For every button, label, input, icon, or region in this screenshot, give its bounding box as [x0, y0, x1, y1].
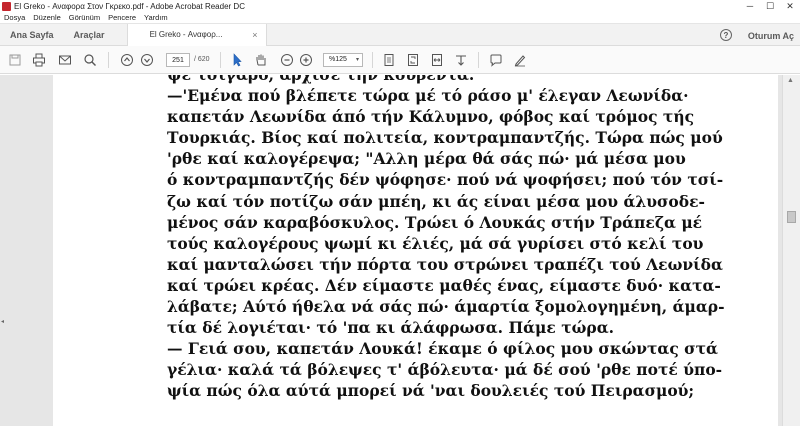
tab-tools[interactable]: Araçlar: [64, 30, 115, 40]
full-screen-icon[interactable]: [406, 53, 420, 67]
scroll-thumb[interactable]: [787, 211, 796, 223]
comment-icon[interactable]: [489, 53, 503, 67]
text-line: τούς καλογέρους ψωμί κι έλιές, μά σά γυρ…: [167, 233, 704, 253]
help-icon[interactable]: ?: [720, 29, 732, 41]
title-bar: El Greko - Αναφορα Στον Γκρεκο.pdf - Ado…: [0, 0, 800, 12]
text-line: — Γειά σου, καπετάν Λουκά! έκαμε ό φίλος…: [167, 339, 718, 359]
text-line: ψε τσιγάρο, άρχισε την κουβέντα.: [167, 75, 767, 85]
toolbar-divider: [372, 52, 373, 68]
pdf-page: ψε τσιγάρο, άρχισε την κουβέντα. —'Εμένα…: [53, 75, 778, 426]
chevron-down-icon: ▾: [355, 57, 359, 63]
menu-window[interactable]: Pencere: [108, 13, 136, 22]
tab-row: Ana Sayfa Araçlar El Greko - Αναφορ... ×…: [0, 23, 800, 46]
toolbar: / 620 %125 ▾: [0, 46, 800, 74]
save-icon[interactable]: [8, 53, 22, 67]
fit-width-icon[interactable]: [430, 53, 444, 67]
sign-in-button[interactable]: Oturum Aç: [748, 31, 794, 41]
text-line: καπετάν Λεωνίδα άπό τήν Κάλυμνο, φόβος κ…: [167, 107, 695, 127]
text-line: ψία πώς όλα αύτά μπορεί νά 'ναι δουλειές…: [167, 381, 695, 401]
hand-icon[interactable]: [254, 53, 268, 67]
text-line: καί μανταλώσει τήν πόρτα του στρώνει τρα…: [167, 254, 723, 274]
page-down-icon[interactable]: [140, 53, 154, 67]
email-icon[interactable]: [58, 53, 72, 67]
zoom-value: %125: [329, 56, 347, 63]
menu-help[interactable]: Yardım: [144, 13, 168, 22]
tab-home[interactable]: Ana Sayfa: [0, 30, 64, 40]
window-title: El Greko - Αναφορα Στον Γκρεκο.pdf - Ado…: [14, 1, 245, 11]
fit-page-icon[interactable]: [382, 53, 396, 67]
text-line: —'Εμένα πού βλέπετε τώρα μέ τό ράσο μ' έ…: [167, 86, 689, 106]
left-panel-toggle-icon[interactable]: ◂: [1, 318, 4, 325]
text-line: τία δέ λογιέται· τό 'πα κι άλάφρωσα. Πάμ…: [167, 318, 615, 338]
scroll-up-icon[interactable]: ▲: [787, 77, 794, 84]
text-line: ό κοντραμπαντζής δέν ψόφησε· πού νά ψοφή…: [167, 170, 724, 190]
minimize-button[interactable]: ─: [740, 0, 760, 12]
document-tab-label: El Greko - Αναφορ...: [149, 30, 223, 39]
search-icon[interactable]: [83, 53, 97, 67]
text-line: ζω καί τόν ποτίζω σάν μπέη, κι άς είναι …: [167, 191, 705, 211]
page-text: ψε τσιγάρο, άρχισε την κουβέντα. —'Εμένα…: [167, 75, 767, 402]
toolbar-divider: [478, 52, 479, 68]
toolbar-divider: [220, 52, 221, 68]
vertical-scrollbar[interactable]: ▲: [782, 75, 800, 426]
menu-bar: Dosya Düzenle Görünüm Pencere Yardım: [0, 12, 800, 24]
menu-view[interactable]: Görünüm: [69, 13, 100, 22]
print-icon[interactable]: [32, 53, 46, 67]
close-tab-icon[interactable]: ×: [252, 30, 257, 40]
text-line: γέλια· καλά τά βόλεψες τ' άβόλευτα· μά δ…: [167, 360, 723, 380]
menu-file[interactable]: Dosya: [4, 13, 25, 22]
tab-document[interactable]: El Greko - Αναφορ... ×: [126, 23, 267, 46]
zoom-out-icon[interactable]: [280, 53, 294, 67]
page-total: / 620: [194, 56, 210, 63]
text-line: Τουρκιάς. Βίος καί πολιτεία, κοντραμπαντ…: [167, 128, 723, 148]
window-controls: ─ ☐ ✕: [740, 0, 800, 12]
rotate-icon[interactable]: [454, 53, 468, 67]
text-line: 'ρθε καί καλογέρεψα; "Αλλη μέρα θά σάς π…: [167, 149, 686, 169]
sign-icon[interactable]: [513, 53, 527, 67]
page-number-input[interactable]: [166, 53, 190, 67]
zoom-in-icon[interactable]: [299, 53, 313, 67]
text-line: λάβατε; Αύτό ήθελα νά σάς πώ· άμαρτία ξο…: [167, 297, 725, 317]
toolbar-divider: [108, 52, 109, 68]
zoom-select[interactable]: %125 ▾: [323, 53, 363, 67]
menu-edit[interactable]: Düzenle: [33, 13, 61, 22]
document-viewport[interactable]: ◂ ▸ ψε τσιγάρο, άρχισε την κουβέντα. —'Ε…: [0, 75, 800, 426]
text-line: καί τρώει κρέας. Δέν είμαστε μαθές ένας,…: [167, 275, 721, 295]
maximize-button[interactable]: ☐: [760, 0, 780, 12]
text-line: μένος σάν καραβόσκυλος. Τρώει ό Λουκάς σ…: [167, 212, 703, 232]
page-up-icon[interactable]: [120, 53, 134, 67]
close-window-button[interactable]: ✕: [780, 0, 800, 12]
acrobat-app-icon: [2, 1, 11, 11]
select-cursor-icon[interactable]: [230, 53, 244, 67]
